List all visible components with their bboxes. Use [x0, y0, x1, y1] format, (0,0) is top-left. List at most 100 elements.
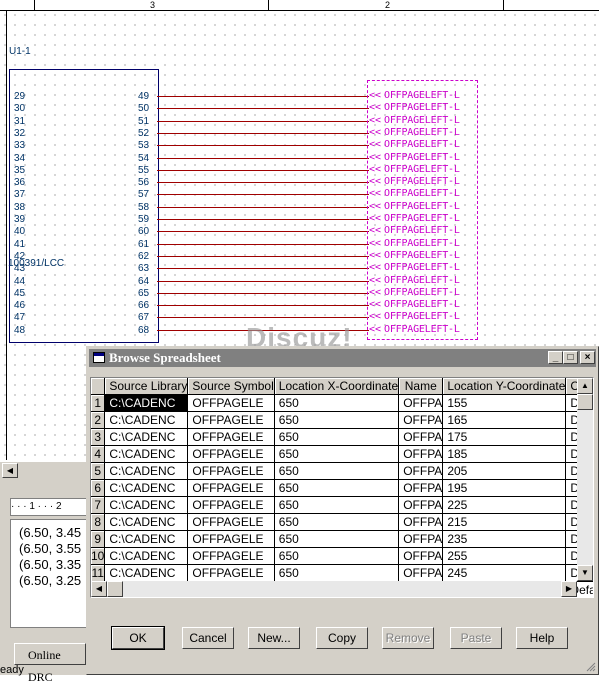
wire[interactable]: [157, 317, 369, 319]
horizontal-scroll-thumb[interactable]: [107, 581, 123, 597]
cell-source-library[interactable]: C:\CADENC: [104, 564, 189, 582]
pin-number-right[interactable]: 53: [138, 140, 149, 151]
row-header[interactable]: 1: [91, 394, 106, 412]
wire[interactable]: [157, 231, 369, 233]
cell-location-x[interactable]: 650: [274, 445, 400, 463]
pin-number-right[interactable]: 63: [138, 263, 149, 274]
cell-name[interactable]: OFFPA: [398, 530, 444, 548]
wire[interactable]: [157, 194, 369, 196]
row-header[interactable]: 11: [91, 564, 106, 582]
row-header[interactable]: 9: [91, 530, 106, 548]
row-header[interactable]: 4: [91, 445, 106, 463]
cell-location-x[interactable]: 650: [274, 394, 400, 412]
cell-location-x[interactable]: 650: [274, 513, 400, 531]
pin-number-right[interactable]: 68: [138, 325, 149, 336]
pin-number-right[interactable]: 51: [138, 116, 149, 127]
cell-location-y[interactable]: 235: [442, 530, 567, 548]
part-reference-label[interactable]: U1-1: [9, 46, 31, 57]
wire[interactable]: [157, 305, 369, 307]
cell-location-x[interactable]: 650: [274, 479, 400, 497]
cell-name[interactable]: OFFPA: [398, 445, 444, 463]
cell-name[interactable]: OFFPA: [398, 462, 444, 480]
cell-source-symbol[interactable]: OFFPAGELE: [187, 411, 275, 429]
cell-source-library[interactable]: C:\CADENC: [104, 530, 189, 548]
cell-name[interactable]: OFFPA: [398, 547, 444, 565]
cell-location-x[interactable]: 650: [274, 547, 400, 565]
wire[interactable]: [157, 169, 369, 171]
column-header-location-x[interactable]: Location X-Coordinate: [274, 378, 400, 395]
row-header[interactable]: 3: [91, 428, 106, 446]
cell-source-symbol[interactable]: OFFPAGELE: [187, 547, 275, 565]
pin-number-left[interactable]: 38: [14, 202, 25, 213]
grid-vertical-scrollbar[interactable]: ▲ ▼: [577, 378, 593, 581]
help-button[interactable]: Help: [516, 627, 568, 649]
wire[interactable]: [157, 132, 369, 134]
cell-name[interactable]: OFFPA: [398, 513, 444, 531]
wire[interactable]: [157, 182, 369, 184]
cell-location-y[interactable]: 205: [442, 462, 567, 480]
scroll-up-arrow-icon[interactable]: ▲: [577, 378, 593, 394]
column-header-location-y[interactable]: Location Y-Coordinate: [442, 378, 567, 395]
pin-number-right[interactable]: 64: [138, 276, 149, 287]
new-button[interactable]: New...: [248, 627, 300, 649]
pin-number-left[interactable]: 37: [14, 189, 25, 200]
wire[interactable]: [157, 243, 369, 245]
row-header[interactable]: 7: [91, 496, 106, 514]
cancel-button[interactable]: Cancel: [182, 627, 234, 649]
cell-location-x[interactable]: 650: [274, 496, 400, 514]
cell-location-y[interactable]: 225: [442, 496, 567, 514]
cell-location-x[interactable]: 650: [274, 462, 400, 480]
pin-number-left[interactable]: 47: [14, 312, 25, 323]
wire[interactable]: [157, 280, 369, 282]
remove-button[interactable]: Remove: [382, 627, 434, 649]
minimize-icon[interactable]: _: [548, 351, 563, 364]
ok-button[interactable]: OK: [111, 626, 165, 650]
wire[interactable]: [157, 108, 369, 110]
pin-number-left[interactable]: 34: [14, 153, 25, 164]
pin-number-left[interactable]: 45: [14, 288, 25, 299]
pin-number-left[interactable]: 33: [14, 140, 25, 151]
wire[interactable]: [157, 255, 369, 257]
pin-number-left[interactable]: 32: [14, 128, 25, 139]
pin-number-left[interactable]: 46: [14, 300, 25, 311]
cell-location-x[interactable]: 650: [274, 411, 400, 429]
cell-source-symbol[interactable]: OFFPAGELE: [187, 564, 275, 582]
close-icon[interactable]: ×: [580, 351, 595, 364]
pin-number-right[interactable]: 50: [138, 103, 149, 114]
pin-number-right[interactable]: 62: [138, 251, 149, 262]
wire[interactable]: [157, 96, 369, 97]
cell-source-symbol[interactable]: OFFPAGELE: [187, 445, 275, 463]
pin-number-left[interactable]: 39: [14, 214, 25, 225]
pin-number-right[interactable]: 52: [138, 128, 149, 139]
wire[interactable]: [157, 157, 369, 159]
scroll-left-arrow-icon[interactable]: ◀: [91, 581, 107, 597]
wire[interactable]: [157, 219, 369, 220]
canvas-horizontal-scrollbar[interactable]: ◀: [0, 461, 86, 478]
wire[interactable]: [157, 268, 369, 270]
pin-number-left[interactable]: 31: [14, 116, 25, 127]
spreadsheet-grid[interactable]: Source Library Source Symbol Location X-…: [90, 377, 594, 598]
cell-location-y[interactable]: 165: [442, 411, 567, 429]
part-body[interactable]: [9, 69, 159, 343]
row-header[interactable]: 6: [91, 479, 106, 497]
cell-source-symbol[interactable]: OFFPAGELE: [187, 513, 275, 531]
cell-location-x[interactable]: 650: [274, 530, 400, 548]
cell-location-y[interactable]: 215: [442, 513, 567, 531]
pin-number-left[interactable]: 48: [14, 325, 25, 336]
pin-number-right[interactable]: 58: [138, 202, 149, 213]
cell-location-y[interactable]: 155: [442, 394, 567, 412]
wire[interactable]: [157, 145, 369, 147]
cell-source-library[interactable]: C:\CADENC: [104, 496, 189, 514]
cell-name[interactable]: OFFPA: [398, 564, 444, 582]
wire[interactable]: [157, 206, 369, 208]
pin-number-left[interactable]: 35: [14, 165, 25, 176]
cell-name[interactable]: OFFPA: [398, 496, 444, 514]
cell-source-symbol[interactable]: OFFPAGELE: [187, 394, 275, 412]
pin-number-right[interactable]: 67: [138, 312, 149, 323]
pin-number-left[interactable]: 29: [14, 91, 25, 102]
cell-location-y[interactable]: 255: [442, 547, 567, 565]
dialog-titlebar[interactable]: Browse Spreadsheet _ □ ×: [89, 349, 596, 367]
cell-location-x[interactable]: 650: [274, 428, 400, 446]
pin-number-left[interactable]: 36: [14, 177, 25, 188]
cell-source-library[interactable]: C:\CADENC: [104, 411, 189, 429]
